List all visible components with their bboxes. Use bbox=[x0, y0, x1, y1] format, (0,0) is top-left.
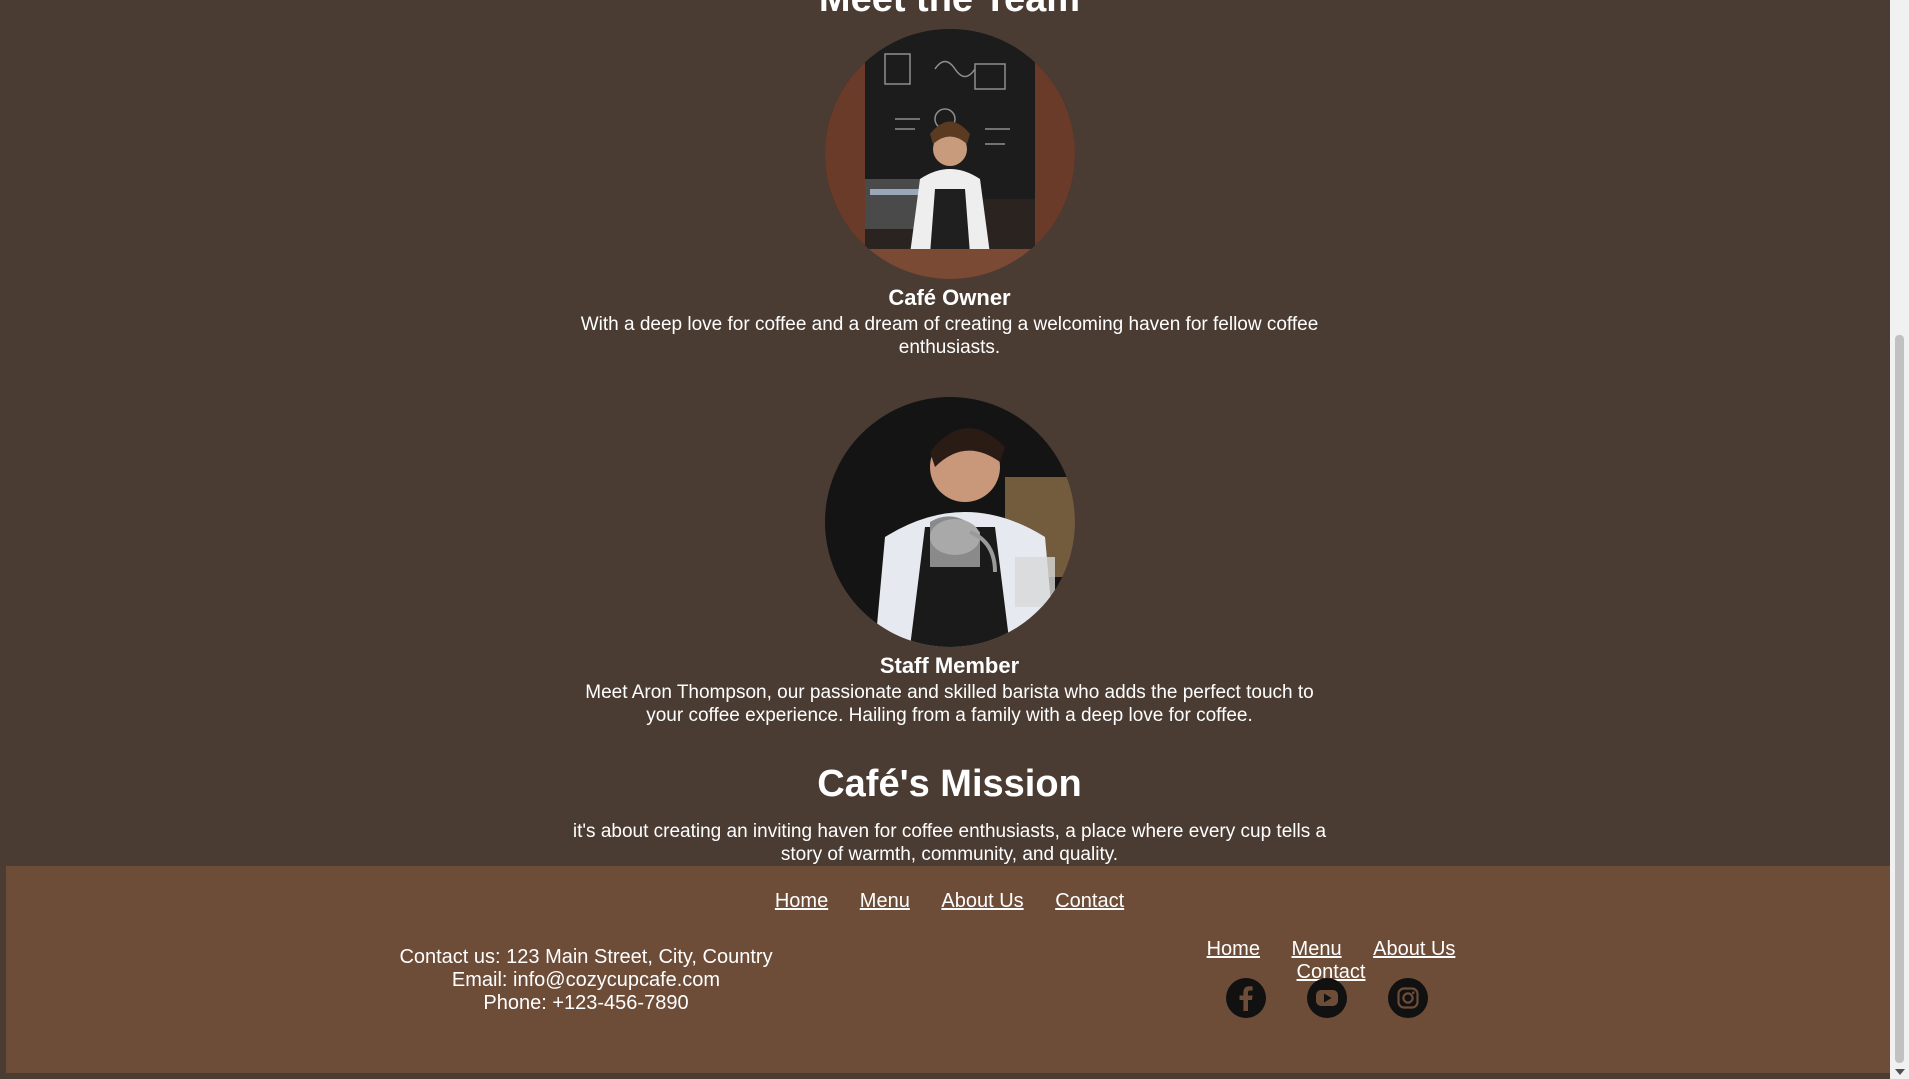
footer-right-link-home[interactable]: Home bbox=[1207, 938, 1260, 960]
staff-photo bbox=[824, 397, 1075, 647]
youtube-icon[interactable] bbox=[1307, 978, 1347, 1018]
scroll-down-arrow-icon[interactable] bbox=[1895, 1069, 1905, 1075]
site-footer: Home Menu About Us Contact Contact us: 1… bbox=[6, 866, 1893, 1073]
footer-link-contact[interactable]: Contact bbox=[1055, 890, 1124, 912]
mission-section: Café's Mission it's about creating an in… bbox=[0, 763, 1899, 866]
team-member-owner: Café Owner With a deep love for coffee a… bbox=[0, 29, 1899, 359]
footer-nav-top: Home Menu About Us Contact bbox=[6, 890, 1893, 913]
contact-address: Contact us: 123 Main Street, City, Count… bbox=[399, 946, 773, 968]
member-name: Staff Member bbox=[879, 653, 1020, 678]
social-links bbox=[1226, 978, 1446, 1020]
member-description: With a deep love for coffee and a dream … bbox=[580, 314, 1319, 358]
vertical-scrollbar[interactable] bbox=[1890, 0, 1909, 1079]
scrollbar-thumb[interactable] bbox=[1895, 335, 1904, 1063]
footer-link-home[interactable]: Home bbox=[775, 890, 828, 912]
footer-right-link-menu[interactable]: Menu bbox=[1292, 938, 1342, 960]
team-section-title: Meet the Team bbox=[0, 0, 1899, 21]
footer-link-about[interactable]: About Us bbox=[941, 890, 1023, 912]
facebook-icon[interactable] bbox=[1226, 978, 1266, 1018]
footer-link-menu[interactable]: Menu bbox=[860, 890, 910, 912]
contact-info: Contact us: 123 Main Street, City, Count… bbox=[376, 946, 796, 1015]
footer-right-link-about[interactable]: About Us bbox=[1373, 938, 1455, 960]
mission-title: Café's Mission bbox=[817, 763, 1082, 805]
member-description: Meet Aron Thompson, our passionate and s… bbox=[585, 682, 1314, 726]
member-name: Café Owner bbox=[888, 285, 1011, 310]
contact-phone: Phone: +123-456-7890 bbox=[483, 992, 689, 1014]
instagram-icon[interactable] bbox=[1388, 978, 1428, 1018]
owner-photo bbox=[824, 29, 1075, 279]
mission-text: it's about creating an inviting haven fo… bbox=[572, 821, 1327, 865]
contact-email: Email: info@cozycupcafe.com bbox=[451, 969, 721, 991]
team-member-staff: Staff Member Meet Aron Thompson, our pas… bbox=[0, 397, 1899, 727]
